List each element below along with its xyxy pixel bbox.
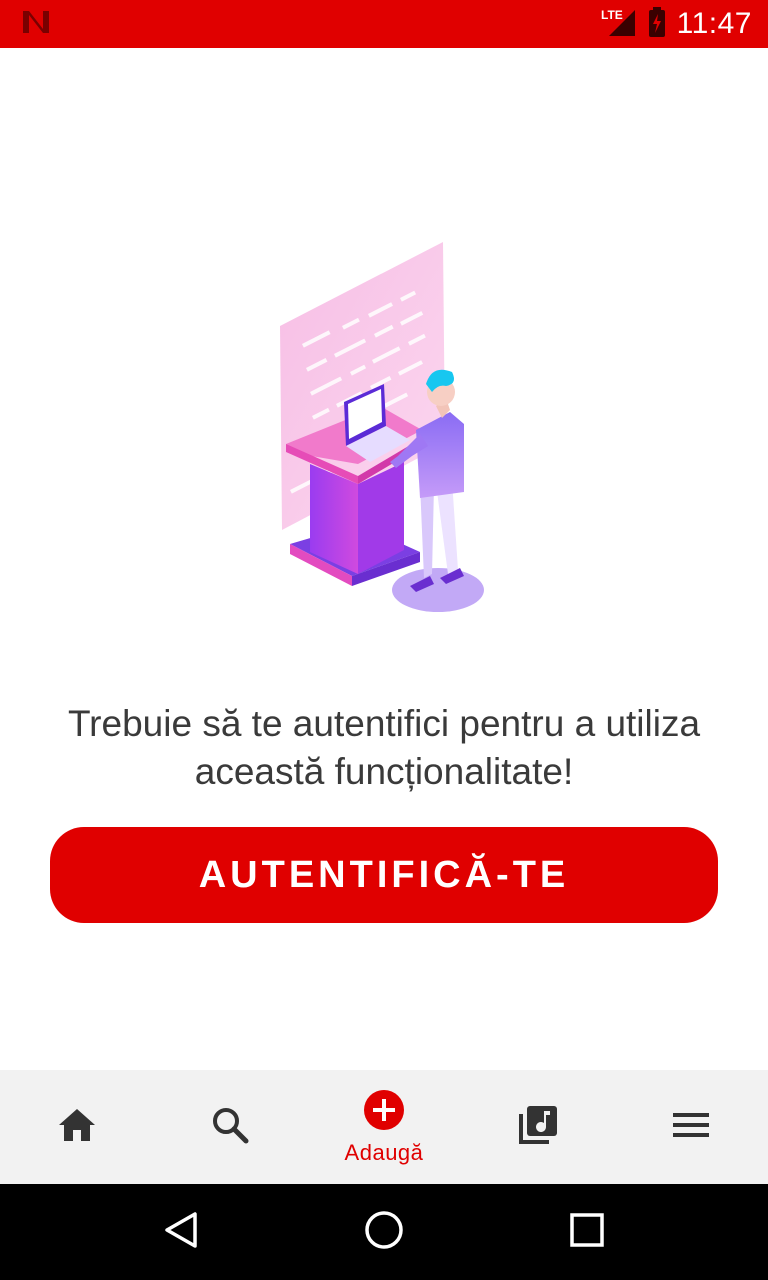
network-label: LTE [601, 8, 623, 22]
status-bar: LTE 11:47 [0, 0, 768, 48]
home-circle-icon [363, 1209, 405, 1256]
system-back-button[interactable] [151, 1202, 211, 1262]
main-content: Trebuie să te autentifici pentru a utili… [0, 48, 768, 1070]
screen: LTE 11:47 Trebuie să te autentifici pent… [0, 0, 768, 1280]
login-button[interactable]: AUTENTIFICĂ-TE [50, 827, 718, 923]
developer-illustration [280, 242, 484, 612]
status-left [20, 9, 52, 40]
system-home-button[interactable] [354, 1202, 414, 1262]
nav-library[interactable] [461, 1070, 615, 1184]
status-time: 11:47 [676, 7, 752, 40]
login-required-message: Trebuie să te autentifici pentru a utili… [67, 703, 701, 792]
nav-home[interactable] [0, 1070, 154, 1184]
nav-add[interactable]: Adaugă [307, 1070, 461, 1184]
nav-menu[interactable] [614, 1070, 768, 1184]
system-nav-bar [0, 1184, 768, 1280]
netflix-n-icon [20, 9, 52, 40]
nav-search[interactable] [154, 1070, 308, 1184]
menu-icon [671, 1110, 711, 1145]
system-recents-button[interactable] [557, 1202, 617, 1262]
battery-charging-icon [647, 6, 667, 43]
nav-add-label: Adaugă [344, 1139, 424, 1165]
bottom-nav: Adaugă [0, 1070, 768, 1184]
lte-signal-icon: LTE [601, 6, 637, 43]
home-icon [57, 1107, 97, 1148]
add-circle-icon [363, 1089, 405, 1136]
library-music-icon [517, 1104, 559, 1151]
back-icon [161, 1210, 201, 1255]
status-right: LTE 11:47 [601, 6, 752, 43]
recents-icon [568, 1211, 606, 1254]
search-icon [211, 1106, 249, 1149]
